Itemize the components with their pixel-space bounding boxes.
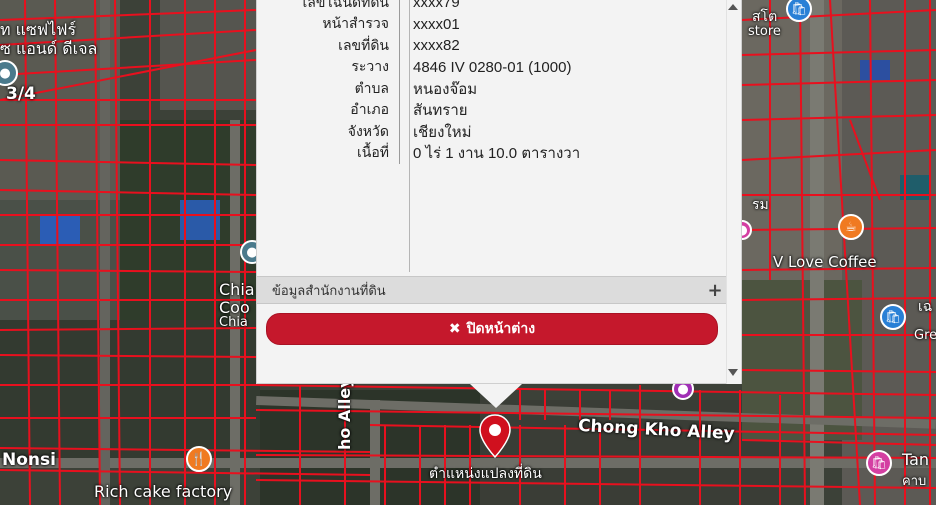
info-key: หน้าสำรวจ <box>322 16 389 33</box>
info-key: อำเภอ <box>350 102 389 119</box>
map-label-tan: Tan <box>902 450 930 469</box>
map-label-rich-cake-factory: Rich cake factory <box>94 482 233 501</box>
info-row-subdistrict: ตำบล หนองจ๊อม <box>257 78 727 100</box>
info-key: ระวาง <box>351 59 389 76</box>
map-label-chia-2: Chia <box>219 315 248 330</box>
parcel-info-table: เลขโฉนดที่ดิน xxxx79 หน้าสำรวจ xxxx01 เล… <box>257 0 727 164</box>
parcel-marker-label: ตำแหน่งแปลงที่ดิน <box>429 466 542 482</box>
map-label-nonsi: Nonsi <box>2 450 56 470</box>
shopping-icon[interactable]: 🛍 <box>880 304 906 330</box>
info-value: 4846 IV 0280-01 (1000) <box>413 58 572 76</box>
shopping-icon[interactable]: 🛍 <box>866 450 892 476</box>
info-key: เลขที่ดิน <box>338 37 389 54</box>
info-row-land-number: เลขที่ดิน xxxx82 <box>257 35 727 57</box>
map-label-thai-right: เฉ <box>918 299 933 315</box>
table-divider <box>409 0 410 272</box>
info-row-district: อำเภอ สันทราย <box>257 99 727 121</box>
info-row-map-sheet: ระวาง 4846 IV 0280-01 (1000) <box>257 56 727 78</box>
info-key: เนื้อที่ <box>357 145 389 162</box>
parcel-info-popup: เลขโฉนดที่ดิน xxxx79 หน้าสำรวจ xxxx01 เล… <box>256 0 742 384</box>
map-label-three-four: 3/4 <box>6 84 36 104</box>
map-label-kho-alley-vertical: ho Alley <box>335 377 354 450</box>
info-row-survey-page: หน้าสำรวจ xxxx01 <box>257 13 727 35</box>
map-label-and-decor: ซ แอนด์ ดีเจล <box>0 39 98 58</box>
info-key: เลขโฉนดที่ดิน <box>302 0 389 11</box>
info-value: เชียงใหม่ <box>413 123 472 141</box>
map-label-chia: Chia <box>219 280 255 299</box>
info-key: ตำบล <box>354 80 389 97</box>
info-key: จังหวัด <box>347 123 389 140</box>
scroll-down-arrow-icon[interactable] <box>728 369 738 376</box>
info-row-deed-number: เลขโฉนดที่ดิน xxxx79 <box>257 0 727 14</box>
coffee-icon[interactable]: ☕ <box>838 214 864 240</box>
info-value: 0 ไร่ 1 งาน 10.0 ตารางวา <box>413 145 581 163</box>
info-value: สันทราย <box>413 102 468 120</box>
land-office-section-label: ข้อมูลสำนักงานที่ดิน <box>272 283 386 299</box>
map-label-gre: Gre <box>914 328 936 343</box>
map-label-rm: รม <box>752 197 769 213</box>
info-value: หนองจ๊อม <box>413 80 478 98</box>
close-window-button[interactable]: ✖ ปิดหน้าต่าง <box>266 313 718 345</box>
popup-content: เลขโฉนดที่ดิน xxxx79 หน้าสำรวจ xxxx01 เล… <box>257 0 743 384</box>
scroll-up-arrow-icon[interactable] <box>728 4 738 10</box>
map-label-thai-bottom-right: คาบ <box>902 474 927 489</box>
land-office-section-header[interactable]: ข้อมูลสำนักงานที่ดิน + <box>257 276 727 304</box>
restaurant-icon[interactable]: 🍴 <box>186 446 212 472</box>
info-row-province: จังหวัด เชียงใหม่ <box>257 121 727 143</box>
popup-caret <box>470 384 522 408</box>
parcel-marker-icon[interactable] <box>478 413 512 459</box>
close-icon: ✖ <box>448 321 461 337</box>
expand-plus-icon[interactable]: + <box>703 280 727 301</box>
info-row-area: เนื้อที่ 0 ไร่ 1 งาน 10.0 ตารางวา <box>257 142 727 164</box>
map-label-v-love-coffee: V Love Coffee <box>773 253 877 271</box>
close-window-label: ปิดหน้าต่าง <box>466 321 536 337</box>
popup-scrollbar[interactable] <box>726 0 741 384</box>
map-label-thai-top-right: สโต <box>752 9 778 25</box>
